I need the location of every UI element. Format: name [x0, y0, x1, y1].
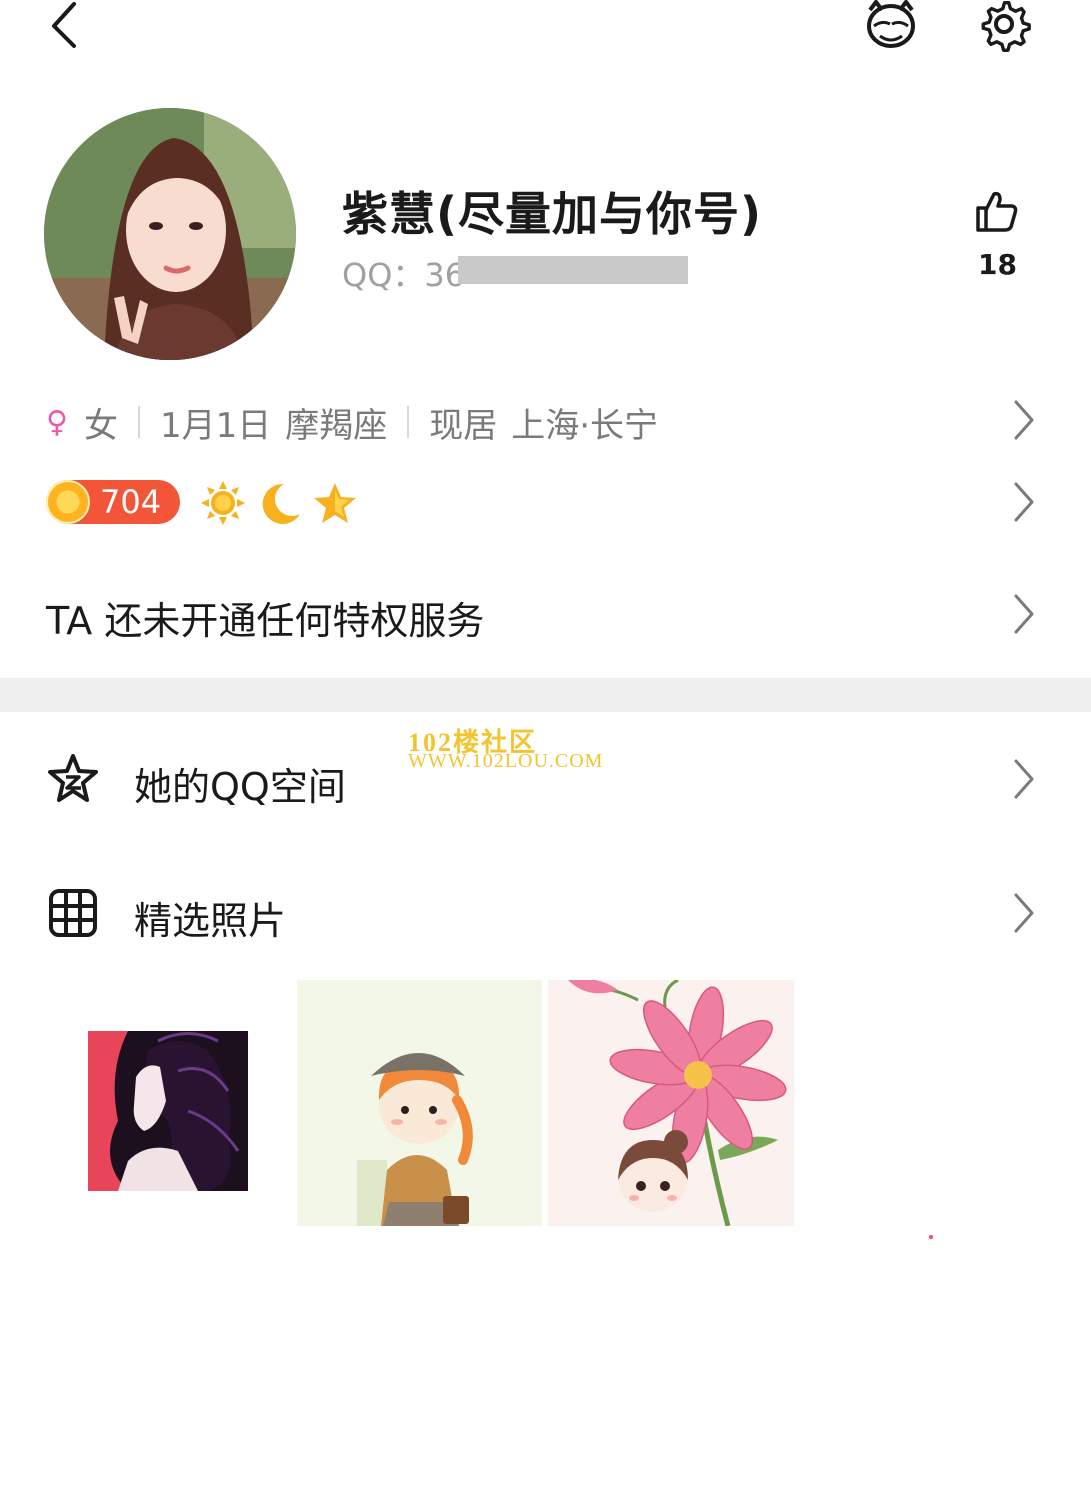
watermark-url: WWW.102LOU.COM — [408, 750, 604, 772]
photo-thumbnail[interactable] — [548, 980, 794, 1226]
crown-coin-icon — [46, 480, 90, 524]
avatar-photo — [44, 108, 296, 360]
residence-text: 上海·长宁 — [511, 405, 659, 446]
pet-button[interactable] — [860, 0, 922, 54]
like-count: 18 — [978, 248, 1017, 281]
chevron-right-icon[interactable] — [1008, 891, 1038, 935]
zodiac-text: 摩羯座 — [285, 405, 388, 446]
info-separator — [137, 406, 140, 438]
thumbs-up-icon — [976, 191, 1018, 232]
chevron-right-icon[interactable] — [1008, 480, 1038, 524]
residence-label: 现居 — [429, 405, 498, 446]
birthday-text: 1月1日 — [159, 405, 272, 446]
photo-thumbnail[interactable] — [88, 1031, 248, 1191]
level-badge[interactable]: 704 — [46, 480, 180, 524]
qq-number-mask — [458, 256, 688, 284]
chevron-left-icon — [52, 2, 76, 48]
photo-cartoon-girl-hat — [297, 980, 542, 1226]
profile-info-row[interactable]: ♀ 女 1月1日 摩羯座 现居 上海·长宁 — [46, 398, 658, 446]
pet-face-icon — [867, 0, 915, 48]
sun-icon — [200, 480, 246, 526]
chevron-right-icon[interactable] — [1008, 757, 1038, 801]
gear-icon — [981, 1, 1031, 53]
photo-woman-portrait — [88, 1031, 248, 1191]
featured-photos-link[interactable]: 精选照片 — [134, 890, 286, 945]
section-divider — [0, 678, 1091, 712]
star-icon — [312, 480, 358, 526]
level-value: 704 — [100, 483, 162, 521]
female-icon: ♀ — [46, 404, 68, 440]
info-separator — [407, 406, 410, 438]
photo-flower-girl — [548, 980, 794, 1226]
privilege-status[interactable]: TA 还未开通任何特权服务 — [46, 590, 484, 645]
photo-thumbnail[interactable] — [297, 980, 542, 1226]
like-button[interactable] — [972, 188, 1020, 236]
red-dot — [929, 1235, 933, 1239]
qzone-star-icon — [46, 752, 100, 806]
qzone-link[interactable]: 她的QQ空间 — [134, 756, 346, 811]
settings-button[interactable] — [974, 0, 1034, 54]
avatar[interactable] — [44, 108, 296, 360]
grid-icon — [46, 886, 100, 940]
back-button[interactable] — [40, 0, 96, 56]
nickname: 紫慧(尽量加与你号) — [342, 187, 763, 241]
qq-number: QQ：36 — [342, 256, 466, 294]
chevron-right-icon[interactable] — [1008, 398, 1038, 442]
chevron-right-icon[interactable] — [1008, 592, 1038, 636]
gender-text: 女 — [83, 405, 118, 446]
moon-icon — [258, 480, 304, 526]
